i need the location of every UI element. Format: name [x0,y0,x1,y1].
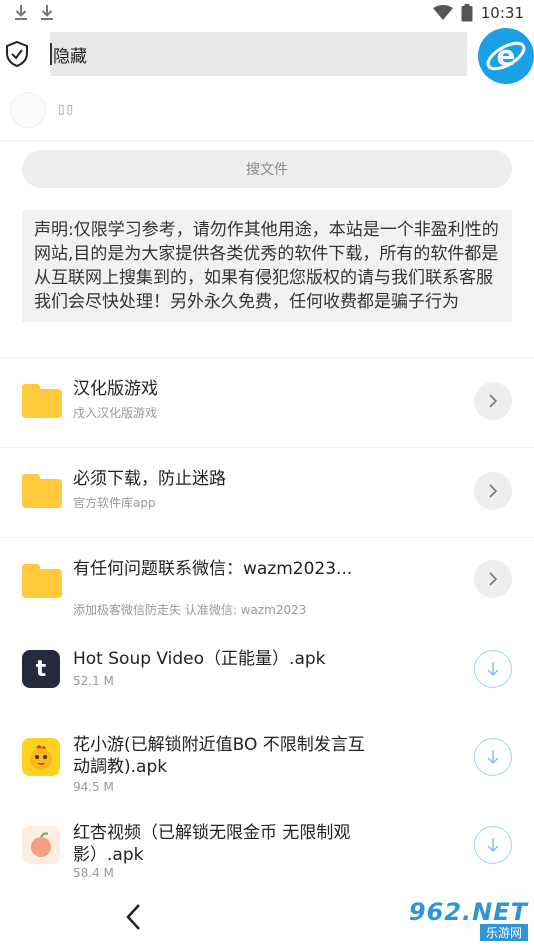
folder-icon [22,564,62,598]
apricot-icon [22,826,60,864]
download-icon[interactable] [474,738,512,776]
folder-title: 汉化版游戏 [73,379,158,399]
download-icon[interactable] [474,826,512,864]
hot-soup-t-icon: t [22,650,60,688]
file-search-button[interactable]: 搜文件 [22,150,512,188]
file-title: 花小游(已解锁附近值BO 不限制发言互动調教).apk [73,735,365,777]
status-bar: 10:31 [0,0,534,28]
search-input-value: 隐藏 [53,46,87,67]
status-time: 10:31 [480,4,524,22]
folder-row[interactable]: 汉化版游戏 戍入汉化版游戏 [0,358,534,448]
watermark-top: 962.NET [408,898,528,926]
folder-row[interactable]: 有任何问题联系微信：wazm2023... 添加极客微信防走失 认准微信: wa… [0,538,534,630]
chevron-right-icon[interactable] [474,472,512,510]
folder-subtitle: 添加极客微信防走失 认准微信: wazm2023 [73,603,307,617]
file-size: 94.5 M [73,780,114,794]
battery-icon [461,4,473,22]
chevron-right-icon[interactable] [474,560,512,598]
file-row[interactable]: 红杏视频（已解锁无限金币 无限制观影）.apk 58.4 M [0,808,534,888]
download-notification-icon [15,5,27,20]
back-arrow-icon[interactable] [122,902,146,932]
chick-icon [22,738,60,776]
watermark-bottom: 乐游网 [479,924,528,941]
download-notification-icon [41,5,53,20]
navigation-bar: 962.NET 乐游网 [0,890,534,949]
top-bar: 隐藏 e [0,28,534,86]
folder-title: 必须下载，防止迷路 [73,469,226,489]
wifi-icon [432,5,453,20]
watermark-logo: 962.NET 乐游网 [409,898,528,941]
browser-e-logo-icon[interactable]: e [478,28,534,84]
shield-check-icon[interactable] [4,40,30,68]
folder-icon [22,474,62,508]
file-size: 52.1 M [73,674,114,688]
file-title: Hot Soup Video（正能量）.apk [73,649,326,669]
file-size: 58.4 M [73,866,114,880]
user-row[interactable]: ▯▯ [0,88,534,141]
folder-subtitle: 戍入汉化版游戏 [73,406,158,420]
chevron-right-icon[interactable] [474,382,512,420]
folder-icon [22,384,62,418]
file-row[interactable]: t Hot Soup Video（正能量）.apk 52.1 M [0,632,534,712]
text-cursor [50,43,52,65]
folder-row[interactable]: 必须下载，防止迷路 官方软件库app [0,448,534,538]
svg-text:e: e [497,39,516,72]
file-title: 红杏视频（已解锁无限金币 无限制观影）.apk [73,823,351,865]
folder-subtitle: 官方软件库app [73,496,156,510]
download-icon[interactable] [474,650,512,688]
avatar[interactable] [10,92,46,128]
disclaimer-notice: 声明:仅限学习参考，请勿作其他用途，本站是一个非盈利性的网站,目的是为大家提供各… [22,210,512,322]
user-name: ▯▯ [58,102,76,116]
file-row[interactable]: 花小游(已解锁附近值BO 不限制发言互动調教).apk 94.5 M [0,718,534,808]
folder-title: 有任何问题联系微信：wazm2023... [73,559,353,579]
file-search-label: 搜文件 [246,162,288,178]
url-search-input[interactable]: 隐藏 [50,32,467,76]
